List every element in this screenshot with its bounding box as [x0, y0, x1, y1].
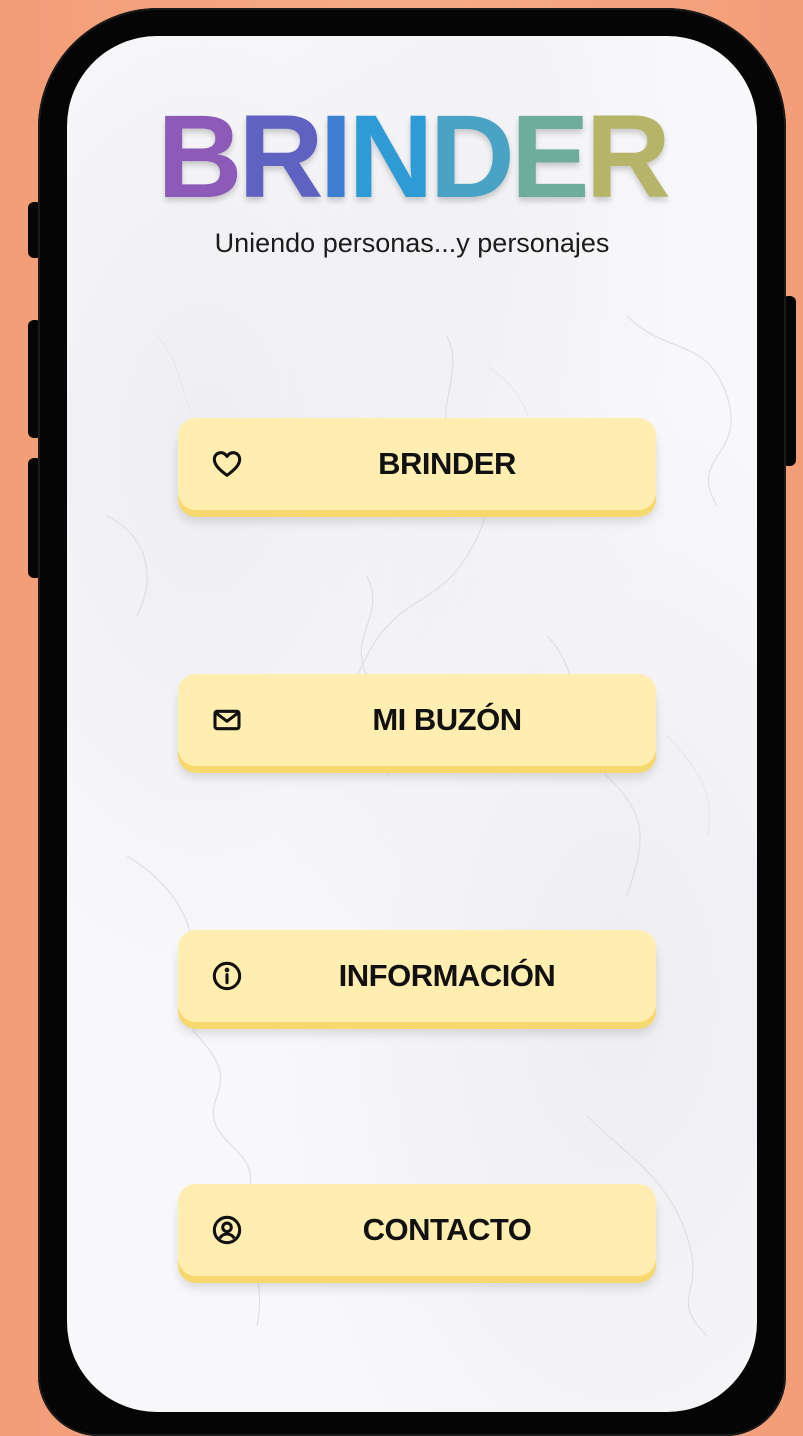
logo-letter: N [348, 91, 433, 223]
logo-letter: R [585, 91, 671, 223]
contact-button[interactable]: CONTACTO [178, 1184, 656, 1276]
brinder-button[interactable]: BRINDER [178, 418, 656, 510]
logo-letter: I [319, 91, 353, 223]
contact-button-label: CONTACTO [362, 1212, 532, 1247]
logo-letter: R [238, 91, 323, 223]
app-logo: BRINDER [67, 98, 757, 216]
mailbox-button-label: MI BUZÓN [372, 702, 522, 737]
background: BRINDER Uniendo personas...y personajes … [0, 0, 803, 1436]
brinder-button-label: BRINDER [378, 446, 516, 481]
information-button-label: INFORMACIÓN [338, 958, 556, 993]
logo-letter: E [510, 91, 590, 223]
tagline: Uniendo personas...y personajes [214, 228, 610, 258]
mailbox-button[interactable]: MI BUZÓN [178, 674, 656, 766]
logo-letter: D [429, 91, 515, 223]
phone-screen: BRINDER Uniendo personas...y personajes … [67, 36, 757, 1412]
information-button[interactable]: INFORMACIÓN [178, 930, 656, 1022]
logo-letter: B [157, 91, 242, 223]
